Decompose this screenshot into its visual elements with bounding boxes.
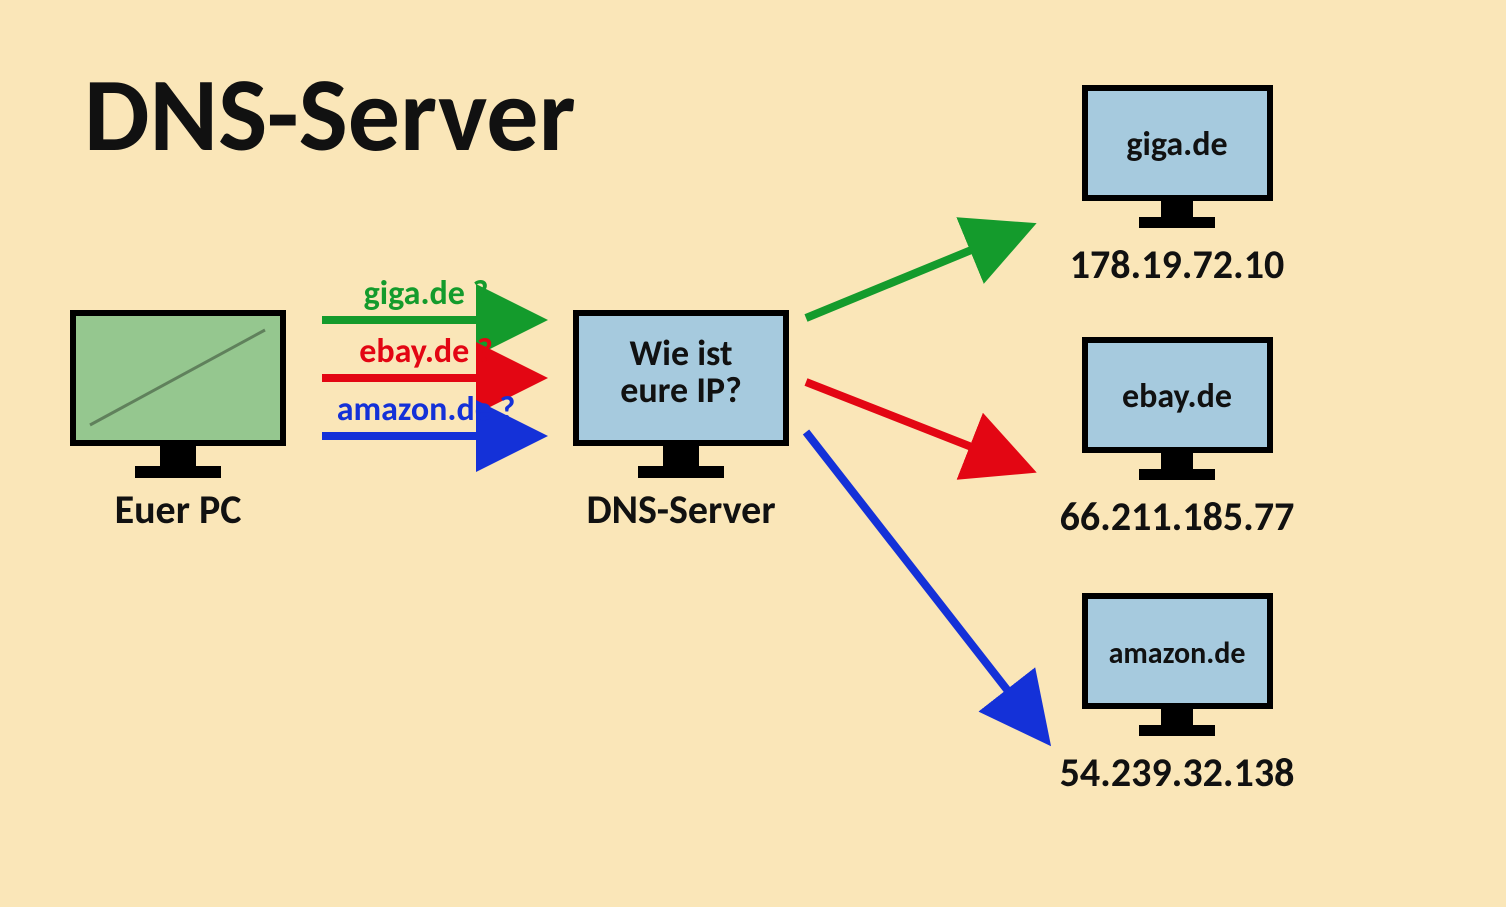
dns-server-icon: Wie ist eure IP? (576, 313, 786, 478)
query-label-amazon: amazon.de ? (337, 389, 516, 430)
target-amazon-ip: 54.239.32.138 (1060, 748, 1295, 797)
query-label-giga: giga.de ? (364, 273, 489, 314)
target-ebay-name: ebay.de (1122, 376, 1232, 417)
resolve-arrow-ebay (806, 382, 1020, 466)
target-giga-ip: 178.19.72.10 (1070, 240, 1285, 289)
user-pc-label: Euer PC (115, 485, 242, 534)
user-pc-icon (73, 313, 283, 478)
dns-screen-line2: eure IP? (620, 368, 742, 412)
query-arrow-ebay: ebay.de ? (322, 331, 530, 378)
resolve-arrow-amazon (806, 432, 1040, 732)
resolve-arrow-giga (806, 230, 1020, 318)
diagram-title: DNS-Server (84, 51, 576, 178)
query-label-ebay: ebay.de ? (359, 331, 492, 372)
target-giga-name: giga.de (1126, 124, 1227, 165)
target-ebay-icon: ebay.de (1085, 340, 1270, 480)
dns-server-label: DNS-Server (586, 485, 775, 534)
query-arrow-giga: giga.de ? (322, 273, 530, 320)
target-giga-icon: giga.de (1085, 88, 1270, 228)
target-amazon-icon: amazon.de (1085, 596, 1270, 736)
dns-diagram: DNS-Server Euer PC giga.de ? ebay.de ? a… (0, 0, 1506, 907)
target-amazon-name: amazon.de (1109, 635, 1246, 672)
target-ebay-ip: 66.211.185.77 (1060, 492, 1295, 541)
query-arrow-amazon: amazon.de ? (322, 389, 530, 436)
